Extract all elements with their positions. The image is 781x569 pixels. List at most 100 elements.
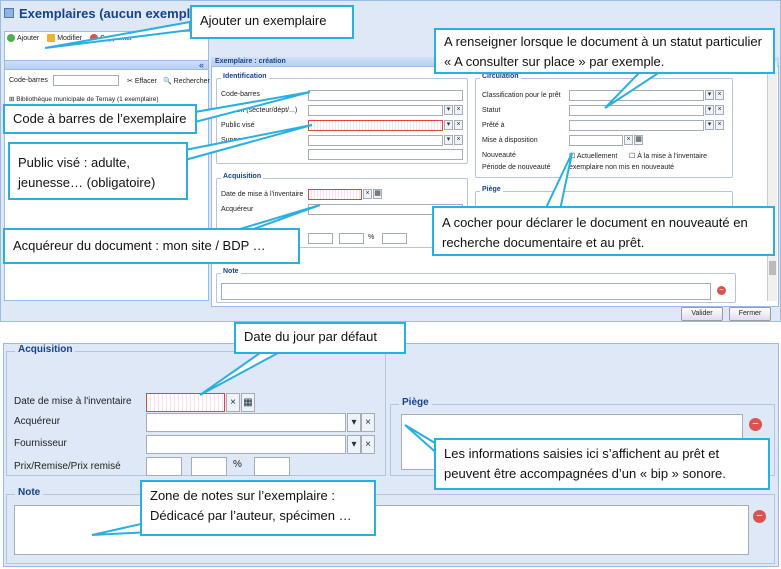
clear-button[interactable]: ✂ Effacer	[127, 77, 157, 85]
circ-lent-label: Prêté à	[482, 122, 505, 129]
barcode-label: Code-barres	[9, 77, 48, 84]
id-barcode-label: Code-barres	[221, 91, 260, 98]
calendar-icon[interactable]: ▦	[634, 135, 643, 145]
zoom-percent-label: %	[233, 459, 242, 470]
clear-x-icon[interactable]: ×	[363, 189, 372, 199]
circ-status-select[interactable]	[569, 105, 704, 116]
chevron-down-icon[interactable]: ▾	[705, 90, 714, 100]
zoom-acquisition-legend: Acquisition	[15, 344, 76, 355]
close-button[interactable]: Fermer	[729, 307, 771, 321]
callout-note: Zone de notes sur l’exemplaire : Dédicac…	[140, 480, 376, 536]
percent-label: %	[368, 234, 375, 241]
clear-x-icon[interactable]: ×	[454, 105, 463, 115]
zoom-trap-legend: Piège	[399, 397, 432, 408]
calendar-icon[interactable]: ▦	[373, 189, 382, 199]
zoom-price-input[interactable]	[146, 457, 182, 476]
clear-x-icon[interactable]: ×	[715, 105, 724, 115]
chevron-down-icon[interactable]: ▾	[347, 435, 361, 454]
circ-period-value: exemplaire non mis en nouveauté	[569, 164, 675, 171]
zoom-buyer-select[interactable]	[146, 413, 346, 432]
id-public-label: Public visé	[221, 122, 255, 129]
pencil-icon	[47, 34, 56, 42]
plus-icon	[7, 34, 15, 42]
acquisition-legend: Acquisition	[221, 173, 264, 180]
toolbar: Ajouter Modifier Supprimer	[7, 34, 132, 42]
circulation-legend: Circulation	[480, 73, 521, 80]
callout-novelty: A cocher pour déclarer le document en no…	[432, 206, 775, 256]
id-support-select[interactable]	[308, 135, 443, 146]
scrollbar[interactable]	[767, 61, 777, 301]
callout-date-default: Date du jour par défaut	[234, 322, 406, 354]
calendar-icon[interactable]: ▦	[241, 393, 255, 412]
clear-x-icon[interactable]: ×	[715, 90, 724, 100]
collapse-icon[interactable]: «	[199, 60, 204, 70]
trap-legend: Piège	[480, 186, 503, 193]
clear-x-icon[interactable]: ×	[361, 413, 375, 432]
zoom-supplier-label: Fournisseur	[14, 438, 67, 449]
remove-icon[interactable]: −	[717, 286, 726, 295]
remove-icon[interactable]: −	[749, 418, 762, 431]
scrollbar-thumb[interactable]	[769, 261, 776, 275]
callout-add: Ajouter un exemplaire	[190, 5, 354, 39]
id-barcode-input[interactable]	[308, 90, 463, 101]
left-barcode-input[interactable]	[53, 75, 119, 86]
clear-x-icon[interactable]: ×	[715, 120, 724, 130]
zoom-note-textarea[interactable]	[14, 505, 749, 555]
clear-x-icon[interactable]: ×	[454, 135, 463, 145]
tree-item-library[interactable]: ⊞ Bibliothèque municipale de Ternay (1 e…	[9, 95, 159, 103]
zoom-note-legend: Note	[15, 487, 44, 498]
chevron-down-icon[interactable]: ▾	[705, 105, 714, 115]
circ-available-input[interactable]	[569, 135, 623, 146]
acq-date-label: Date de mise à l'inventaire	[221, 191, 304, 198]
acq-price-input[interactable]	[308, 233, 333, 244]
id-section-select[interactable]	[308, 105, 443, 116]
search-button[interactable]: 🔍 Rechercher	[163, 77, 210, 85]
at-inventory-checkbox[interactable]: ☐ À la mise à l'inventaire	[629, 152, 707, 160]
id-section-label: Section (secteur/dépt/...)	[221, 107, 298, 114]
zoom-price-label: Prix/Remise/Prix remisé	[14, 461, 121, 472]
id-public-select[interactable]	[308, 120, 443, 131]
chevron-down-icon[interactable]: ▾	[444, 120, 453, 130]
add-button[interactable]: Ajouter	[7, 34, 39, 42]
acq-discounted-input[interactable]	[382, 233, 407, 244]
id-extra-input[interactable]	[308, 149, 463, 160]
delete-icon	[90, 34, 99, 42]
clear-x-icon[interactable]: ×	[361, 435, 375, 454]
zoom-discount-input[interactable]	[191, 457, 227, 476]
left-panel-header: «	[5, 60, 208, 70]
callout-buyer: Acquéreur du document : mon site / BDP …	[3, 228, 300, 264]
circ-available-label: Mise à disposition	[482, 137, 538, 144]
zoom-discounted-input[interactable]	[254, 457, 290, 476]
acq-date-input[interactable]	[308, 189, 362, 200]
clear-x-icon[interactable]: ×	[624, 135, 633, 145]
zoom-date-input[interactable]	[146, 393, 225, 412]
circ-new-label: Nouveauté	[482, 152, 516, 159]
clear-x-icon[interactable]: ×	[226, 393, 240, 412]
note-textarea[interactable]	[221, 283, 711, 300]
zoom-supplier-select[interactable]	[146, 435, 346, 454]
delete-button[interactable]: Supprimer	[90, 34, 132, 42]
acq-discount-input[interactable]	[339, 233, 364, 244]
callout-public: Public visé : adulte, jeunesse… (obligat…	[8, 142, 188, 200]
chevron-down-icon[interactable]: ▾	[347, 413, 361, 432]
window-title: Exemplaires (aucun exemplaire)	[4, 3, 218, 23]
chevron-down-icon[interactable]: ▾	[444, 105, 453, 115]
currently-checkbox[interactable]: ☐ Actuellement	[569, 152, 617, 160]
callout-trap: Les informations saisies ici s’affichent…	[434, 438, 770, 490]
id-support-label: Support	[221, 137, 246, 144]
acq-buyer-label: Acquéreur	[221, 206, 254, 213]
circ-classification-label: Classification pour le prêt	[482, 92, 561, 99]
edit-button[interactable]: Modifier	[47, 34, 82, 42]
circ-lent-select[interactable]	[569, 120, 704, 131]
validate-button[interactable]: Valider	[681, 307, 723, 321]
note-legend: Note	[221, 268, 241, 275]
circ-classification-select[interactable]	[569, 90, 704, 101]
zoom-date-label: Date de mise à l'inventaire	[14, 396, 132, 407]
zoom-buyer-label: Acquéreur	[14, 416, 61, 427]
callout-barcode: Code à barres de l’exemplaire	[3, 104, 197, 134]
circ-period-label: Période de nouveauté	[482, 164, 551, 171]
remove-icon[interactable]: −	[753, 510, 766, 523]
clear-x-icon[interactable]: ×	[454, 120, 463, 130]
chevron-down-icon[interactable]: ▾	[444, 135, 453, 145]
chevron-down-icon[interactable]: ▾	[705, 120, 714, 130]
